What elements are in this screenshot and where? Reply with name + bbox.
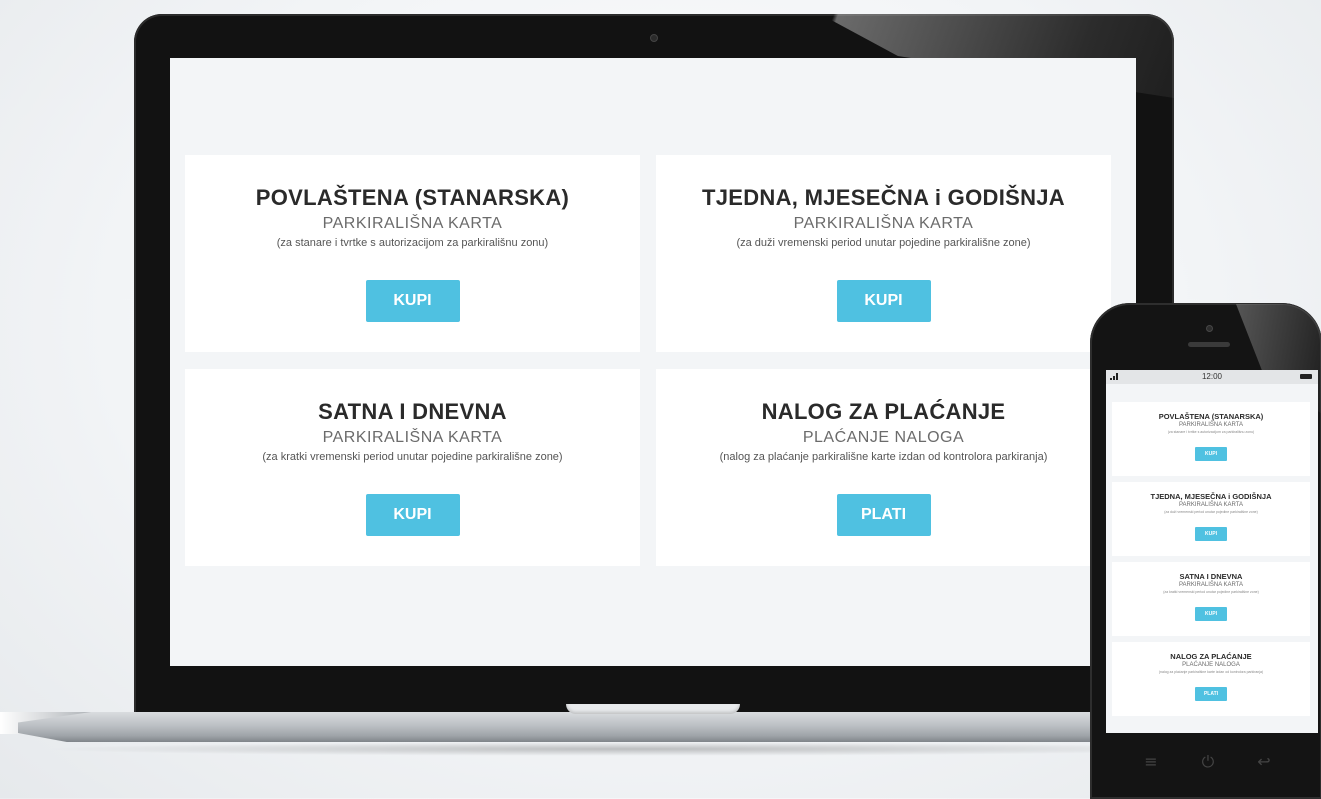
card-subtitle: PARKIRALIŠNA KARTA: [322, 215, 503, 232]
card-subtitle: PLAĆANJE NALOGA: [1182, 662, 1240, 668]
phone-speaker: [1188, 342, 1230, 347]
card-description: (za kratki vremenski period unutar pojed…: [262, 451, 563, 463]
mobile-card-satna: SATNA I DNEVNA PARKIRALIŠNA KARTA (za kr…: [1112, 562, 1310, 636]
card-description: (za kratki vremenski period unutar pojed…: [1163, 590, 1259, 594]
ticket-card-povlastena: POVLAŠTENA (STANARSKA) PARKIRALIŠNA KART…: [185, 155, 640, 352]
laptop-base: [18, 712, 1238, 742]
card-description: (za stanare i tvrtke s autorizacijom za …: [276, 237, 549, 249]
mobile-card-tjedna: TJEDNA, MJESEČNA i GODIŠNJA PARKIRALIŠNA…: [1112, 482, 1310, 556]
status-time: 12:00: [1201, 372, 1223, 381]
card-title: POVLAŠTENA (STANARSKA): [1158, 412, 1264, 421]
mobile-card-nalog: NALOG ZA PLAĆANJE PLAĆANJE NALOGA (nalog…: [1112, 642, 1310, 716]
card-title: NALOG ZA PLAĆANJE: [761, 399, 1006, 424]
card-title: NALOG ZA PLAĆANJE: [1170, 652, 1252, 661]
back-icon[interactable]: ↩: [1254, 752, 1274, 772]
pay-button[interactable]: PLATI: [1195, 687, 1227, 701]
laptop-shadow: [40, 742, 1220, 756]
buy-button[interactable]: KUPI: [1195, 527, 1227, 541]
card-subtitle: PARKIRALIŠNA KARTA: [322, 429, 503, 446]
pay-button[interactable]: PLATI: [836, 494, 931, 536]
mobile-card-povlastena: POVLAŠTENA (STANARSKA) PARKIRALIŠNA KART…: [1112, 402, 1310, 476]
buy-button[interactable]: KUPI: [365, 280, 460, 322]
buy-button[interactable]: KUPI: [365, 494, 460, 536]
card-subtitle: PARKIRALIŠNA KARTA: [793, 215, 974, 232]
menu-icon[interactable]: ≡: [1141, 752, 1161, 772]
card-description: (za duži vremenski period unutar pojedin…: [1164, 510, 1258, 514]
laptop-camera: [650, 34, 658, 42]
card-title: SATNA I DNEVNA: [1179, 572, 1243, 581]
card-subtitle: PARKIRALIŠNA KARTA: [1178, 502, 1244, 508]
laptop-screen: POVLAŠTENA (STANARSKA) PARKIRALIŠNA KART…: [170, 58, 1136, 666]
buy-button[interactable]: KUPI: [1195, 447, 1227, 461]
card-title: TJEDNA, MJESEČNA i GODIŠNJA: [701, 185, 1065, 210]
card-title: POVLAŠTENA (STANARSKA): [255, 185, 570, 210]
phone-camera: [1206, 325, 1213, 332]
phone-screen: 12:00 POVLAŠTENA (STANARSKA) PARKIRALIŠN…: [1106, 370, 1318, 733]
card-title: SATNA I DNEVNA: [318, 399, 507, 424]
laptop-notch: [566, 704, 740, 714]
card-subtitle: PARKIRALIŠNA KARTA: [1178, 582, 1244, 588]
buy-button[interactable]: KUPI: [836, 280, 931, 322]
card-description: (za duži vremenski period unutar pojedin…: [736, 237, 1031, 249]
card-description: (za stanare i tvrtke s autorizacijom za …: [1167, 430, 1255, 434]
card-title: TJEDNA, MJESEČNA i GODIŠNJA: [1150, 492, 1272, 501]
ticket-card-satna: SATNA I DNEVNA PARKIRALIŠNA KARTA (za kr…: [185, 369, 640, 566]
card-subtitle: PLAĆANJE NALOGA: [802, 429, 965, 446]
battery-icon: [1300, 374, 1312, 379]
card-subtitle: PARKIRALIŠNA KARTA: [1178, 422, 1244, 428]
card-description: (nalog za plaćanje parkirališne karte iz…: [719, 451, 1048, 463]
power-icon[interactable]: ⏻: [1198, 752, 1218, 772]
buy-button[interactable]: KUPI: [1195, 607, 1227, 621]
phone-status-bar: 12:00: [1106, 370, 1318, 384]
ticket-card-tjedna: TJEDNA, MJESEČNA i GODIŠNJA PARKIRALIŠNA…: [656, 155, 1111, 352]
card-description: (nalog za plaćanje parkirališne karte iz…: [1158, 670, 1264, 674]
ticket-card-nalog: NALOG ZA PLAĆANJE PLAĆANJE NALOGA (nalog…: [656, 369, 1111, 566]
